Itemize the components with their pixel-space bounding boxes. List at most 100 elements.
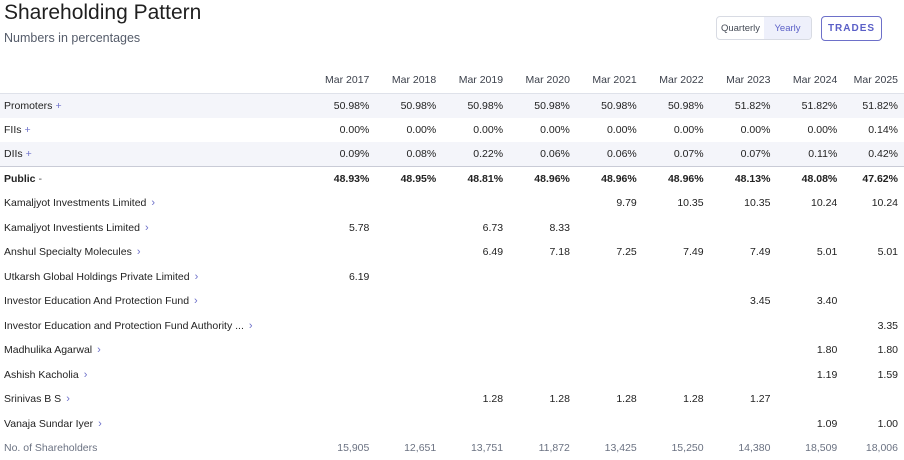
table-body: Promoters +50.98% 50.98% 50.98% 50.98% 50.98%… [0,93,904,460]
chevron-right-icon[interactable]: › [151,197,155,209]
chevron-right-icon[interactable]: › [84,369,88,381]
row-label-cell[interactable]: Ashish Kacholia › [0,363,309,388]
value-cell [710,338,777,363]
trades-button[interactable]: TRADES [821,16,882,41]
value-cell: 9.79 [616,197,637,210]
value-cell [375,387,442,412]
table-row: DIIs +0.09% 0.08% 0.22% 0.06% 0.06% 0.07% 0.07%… [0,142,904,167]
table-row: FIIs +0.00% 0.00% 0.00% 0.00% 0.00% 0.00% 0.00%… [0,118,904,143]
value-cell: 13,751 [470,442,504,455]
value-cell [375,289,442,314]
row-label: Anshul Specialty Molecules [4,246,132,259]
value-cell: 0.14% [868,123,898,136]
row-label-cell[interactable]: Srinivas B S › [0,387,309,412]
value-cell: 0.00% [673,123,704,136]
value-cell [643,265,710,290]
chevron-right-icon[interactable]: › [137,246,141,258]
value-cell [375,338,442,363]
value-cell: 14,380 [738,442,771,455]
row-label-cell[interactable]: Utkarsh Global Holdings Private Limited › [0,265,309,290]
expand-plus-icon[interactable]: + [26,148,32,160]
value-cell [309,412,376,437]
row-label-cell[interactable]: Investor Education And Protection Fund › [0,289,309,314]
row-label-cell[interactable]: Kamaljyot Investients Limited › [0,216,309,241]
row-label: Investor Education and Protection Fund A… [4,319,244,332]
column-header: Mar 2025 [853,74,898,87]
quarterly-toggle-button[interactable]: Quarterly [717,17,764,39]
row-label: Public [4,173,36,185]
value-cell: 0.00% [406,123,437,136]
row-label-cell[interactable]: DIIs + [0,142,309,167]
table-row: Investor Education and Protection Fund A… [0,314,904,339]
table-row: Investor Education And Protection Fund › 3… [0,289,904,314]
chevron-right-icon[interactable]: › [66,393,70,405]
value-cell [643,289,710,314]
row-label-cell[interactable]: FIIs + [0,118,309,143]
value-cell [710,216,777,241]
expand-plus-icon[interactable]: + [55,100,61,112]
value-cell: 50.98% [375,93,443,118]
value-cell [643,338,710,363]
row-label: Promoters [4,99,53,112]
value-cell: 1.00 [877,417,898,430]
row-label-cell[interactable]: Anshul Specialty Molecules › [0,240,309,265]
value-cell: 51.82% [709,93,777,118]
row-label-cell[interactable]: Vanaja Sundar Iyer › [0,412,309,437]
value-cell [576,338,643,363]
chevron-right-icon[interactable]: › [97,344,101,356]
value-cell: 5.01 [877,246,898,259]
chevron-right-icon[interactable]: › [249,320,253,332]
table-row: Madhulika Agarwal › 1.80 1.80 [0,338,904,363]
value-cell [776,314,843,339]
table-row: Vanaja Sundar Iyer › 1.09 1.00 [0,412,904,437]
chevron-right-icon[interactable]: › [195,271,199,283]
row-label-cell: No. of Shareholders [0,436,309,460]
row-label-cell[interactable]: Kamaljyot Investments Limited › [0,191,309,216]
value-cell [509,191,576,216]
value-cell: 7.25 [616,246,637,259]
chevron-right-icon[interactable]: › [145,222,149,234]
value-cell [375,265,442,290]
value-cell [643,363,710,388]
value-cell: 5.78 [348,221,370,234]
chevron-right-icon[interactable]: › [98,418,102,430]
value-cell: 0.09% [308,142,376,167]
value-cell: 1.28 [482,393,504,406]
value-cell [710,412,777,437]
value-cell: 50.98% [575,93,643,118]
row-label-cell[interactable]: Promoters + [0,93,309,118]
table-row: Anshul Specialty Molecules › 6.49 7.18 7.25 7… [0,240,904,265]
row-label: Kamaljyot Investients Limited [4,221,140,234]
value-cell [509,338,576,363]
expand-plus-icon[interactable]: + [25,124,31,136]
row-label-cell[interactable]: Madhulika Agarwal › [0,338,309,363]
row-label-cell[interactable]: Investor Education and Protection Fund A… [0,314,309,339]
row-label: Ashish Kacholia [4,368,79,381]
value-cell: 51.82% [776,93,844,118]
value-cell: 0.00% [740,123,771,136]
collapse-minus-icon[interactable]: - [39,173,43,185]
value-cell: 3.45 [750,295,771,308]
value-cell [576,314,643,339]
value-cell [643,216,710,241]
value-cell: 48.95% [400,173,437,185]
column-header: Mar 2017 [325,74,370,87]
row-label-cell[interactable]: Public - [0,167,309,192]
value-cell: 50.98% [442,93,510,118]
value-cell [576,216,643,241]
row-label: Vanaja Sundar Iyer [4,417,94,430]
table-row: Public - 48.93% 48.95% 48.81% 48.96% 48.96% 48.… [0,166,904,192]
yearly-toggle-button[interactable]: Yearly [764,17,811,39]
value-cell: 6.19 [348,270,370,283]
column-header: Mar 2019 [458,74,504,87]
value-cell [309,314,376,339]
value-cell: 1.09 [816,417,838,430]
chevron-right-icon[interactable]: › [194,295,198,307]
row-label: Utkarsh Global Holdings Private Limited [4,270,190,283]
value-cell [375,240,442,265]
value-cell: 48.96% [667,173,704,185]
value-cell [375,412,442,437]
value-cell: 48.81% [467,173,504,185]
page-title: Shareholding Pattern [4,1,202,24]
column-header: Mar 2022 [659,74,704,87]
